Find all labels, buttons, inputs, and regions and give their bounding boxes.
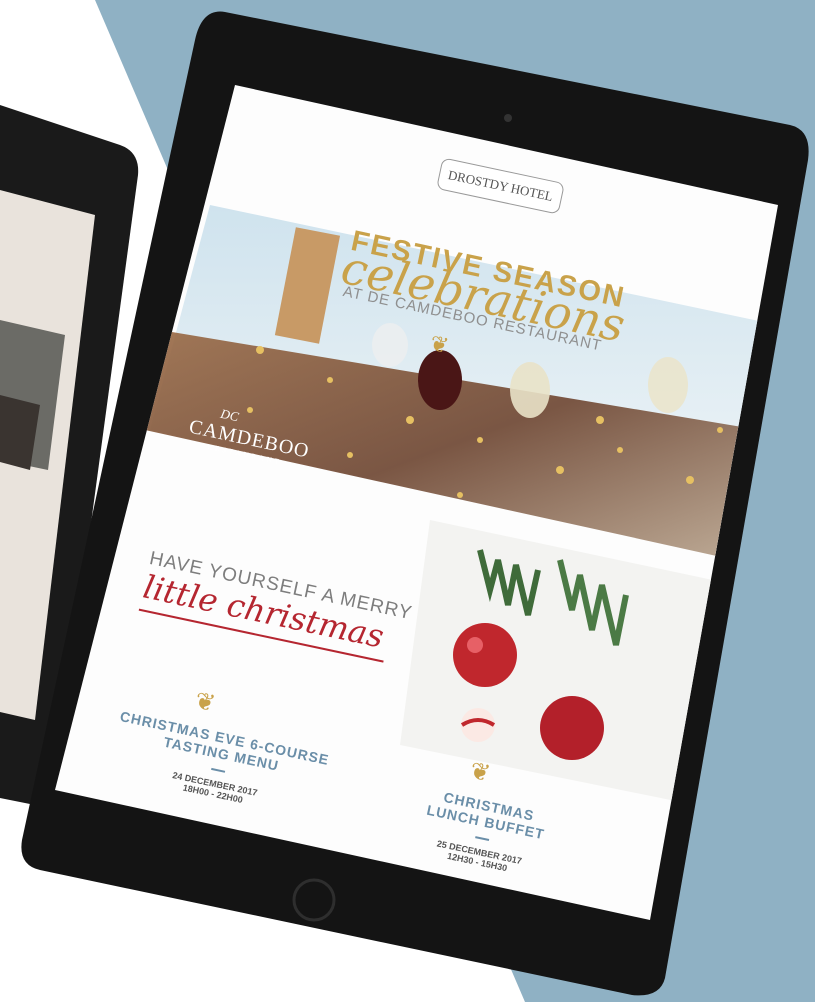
event-2-divider (475, 836, 490, 842)
red-ornament (453, 623, 517, 687)
red-ornament (540, 696, 604, 760)
front-tablet (21, 11, 809, 996)
camera (504, 114, 512, 122)
event-1-divider (210, 767, 225, 773)
